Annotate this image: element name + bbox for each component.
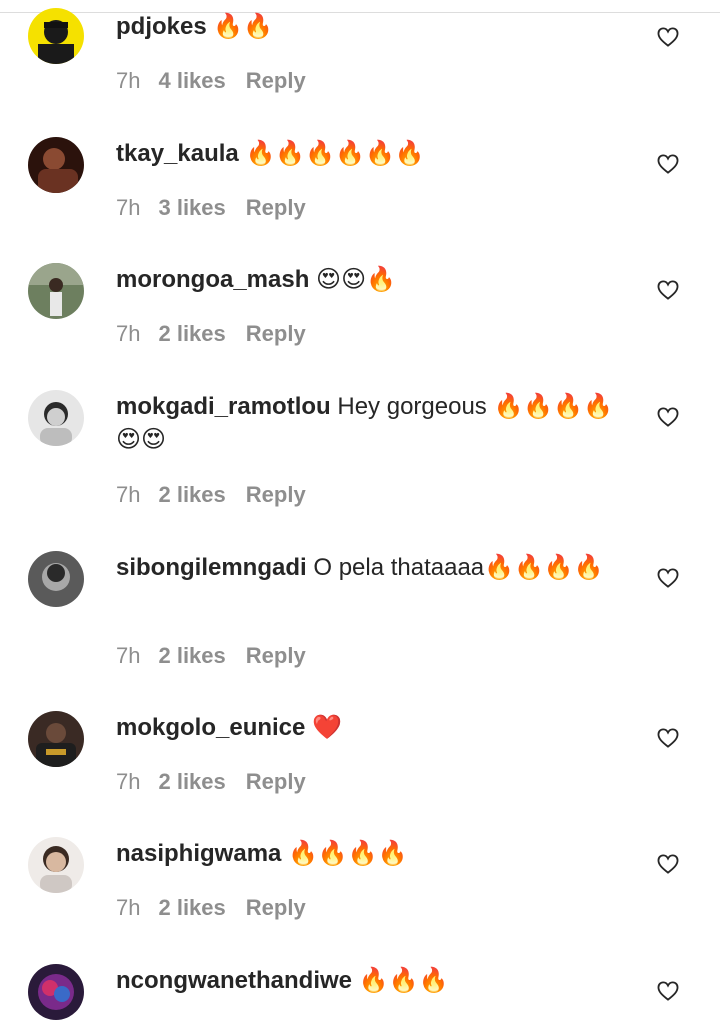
username[interactable]: morongoa_mash	[116, 266, 309, 293]
likes-count[interactable]: 4 likes	[158, 68, 225, 93]
comment-emoji: 🔥🔥🔥🔥	[484, 553, 604, 581]
comment-meta: 7h 4 likes Reply	[116, 68, 306, 94]
likes-count[interactable]: 3 likes	[158, 195, 225, 220]
comment-time: 7h	[116, 482, 141, 507]
avatar[interactable]	[28, 551, 84, 607]
comment-body: sibongilemngadi O pela thataaaa🔥🔥🔥🔥	[116, 551, 636, 584]
heart-outline-icon[interactable]	[657, 981, 679, 1001]
avatar[interactable]	[28, 711, 84, 767]
comment-time: 7h	[116, 643, 141, 668]
comment-body: pdjokes 🔥🔥	[116, 10, 636, 43]
comment-meta: 7h 2 likes Reply	[116, 321, 306, 347]
reply-button[interactable]: Reply	[246, 482, 306, 507]
comment-body: mokgadi_ramotlou Hey gorgeous 🔥🔥🔥🔥😍😍	[116, 390, 636, 456]
heart-outline-icon[interactable]	[657, 407, 679, 427]
comment-time: 7h	[116, 769, 141, 794]
username[interactable]: nasiphigwama	[116, 840, 281, 867]
comment-meta: 7h 2 likes Reply	[116, 769, 306, 795]
comment-text: O pela thataaaa	[306, 554, 485, 581]
comment-text	[352, 967, 359, 994]
username[interactable]: tkay_kaula	[116, 140, 239, 167]
reply-button[interactable]: Reply	[246, 321, 306, 346]
heart-outline-icon[interactable]	[657, 27, 679, 47]
avatar[interactable]	[28, 137, 84, 193]
comment-emoji: 🔥🔥🔥🔥🔥🔥	[245, 139, 425, 167]
heart-outline-icon[interactable]	[657, 280, 679, 300]
username[interactable]: sibongilemngadi	[116, 554, 307, 581]
heart-outline-icon[interactable]	[657, 154, 679, 174]
heart-outline-icon[interactable]	[657, 728, 679, 748]
reply-button[interactable]: Reply	[246, 895, 306, 920]
comment-time: 7h	[116, 68, 141, 93]
comment-emoji: 🔥🔥🔥🔥	[288, 839, 408, 867]
comment-meta: 7h 3 likes Reply	[116, 195, 306, 221]
comment-emoji: ❤️	[312, 713, 342, 741]
heart-outline-icon[interactable]	[657, 854, 679, 874]
reply-button[interactable]: Reply	[246, 195, 306, 220]
reply-button[interactable]: Reply	[246, 68, 306, 93]
comment-text: Hey gorgeous	[330, 393, 494, 420]
avatar[interactable]	[28, 263, 84, 319]
comment-body: mokgolo_eunice ❤️	[116, 711, 636, 744]
comment-time: 7h	[116, 895, 141, 920]
avatar[interactable]	[28, 964, 84, 1020]
likes-count[interactable]: 2 likes	[158, 769, 225, 794]
likes-count[interactable]: 2 likes	[158, 895, 225, 920]
avatar[interactable]	[28, 390, 84, 446]
comment-emoji: 🔥🔥	[213, 12, 274, 40]
username[interactable]: ncongwanethandiwe	[116, 967, 352, 994]
comment-time: 7h	[116, 321, 141, 346]
comment-body: tkay_kaula 🔥🔥🔥🔥🔥🔥	[116, 137, 636, 170]
likes-count[interactable]: 2 likes	[158, 482, 225, 507]
comment-meta: 7h 2 likes Reply	[116, 643, 306, 669]
likes-count[interactable]: 2 likes	[158, 643, 225, 668]
comment-time: 7h	[116, 195, 141, 220]
comment-meta: 7h 2 likes Reply	[116, 482, 306, 508]
reply-button[interactable]: Reply	[246, 643, 306, 668]
username[interactable]: mokgolo_eunice	[116, 714, 305, 741]
comment-body: ncongwanethandiwe 🔥🔥🔥	[116, 964, 636, 997]
reply-button[interactable]: Reply	[246, 769, 306, 794]
comment-body: nasiphigwama 🔥🔥🔥🔥	[116, 837, 636, 870]
username[interactable]: pdjokes	[116, 13, 207, 40]
comment-body: morongoa_mash 😍😍🔥	[116, 263, 636, 296]
avatar[interactable]	[28, 8, 84, 64]
username[interactable]: mokgadi_ramotlou	[116, 393, 331, 420]
likes-count[interactable]: 2 likes	[158, 321, 225, 346]
comment-emoji: 🔥🔥🔥	[358, 966, 449, 994]
comment-emoji: 😍😍🔥	[316, 265, 396, 293]
comment-meta: 7h 2 likes Reply	[116, 895, 306, 921]
heart-outline-icon[interactable]	[657, 568, 679, 588]
avatar[interactable]	[28, 837, 84, 893]
